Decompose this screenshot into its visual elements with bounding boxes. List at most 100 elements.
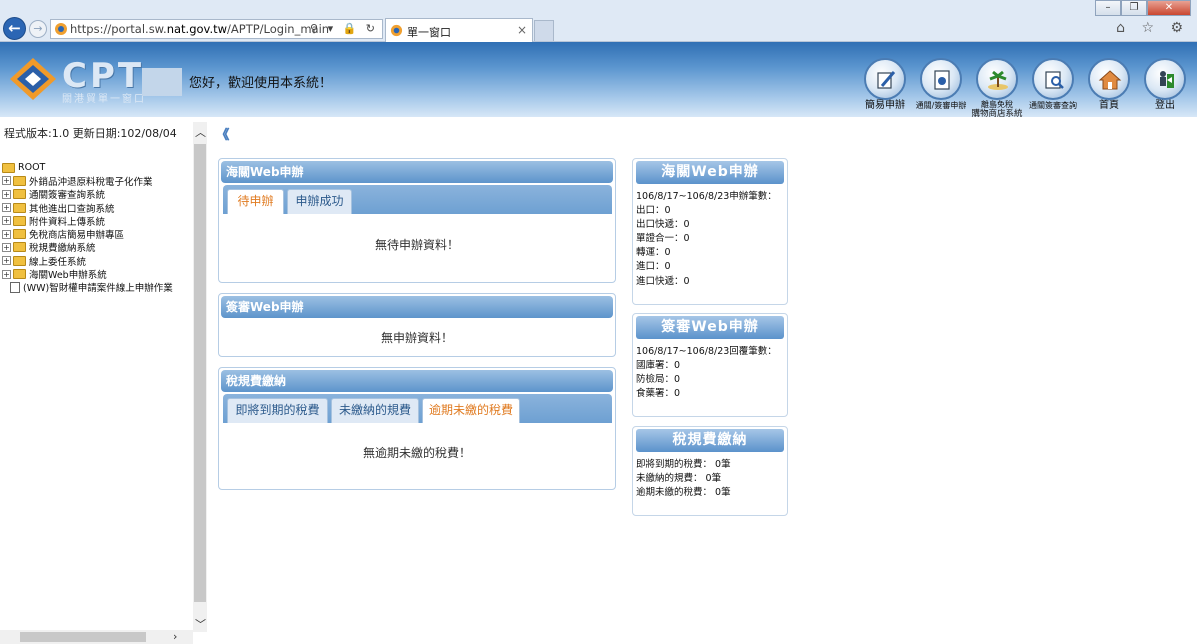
hscroll-thumb[interactable] — [20, 632, 146, 642]
header-buttons: 簡易申辦 通關/簽審申辦 離島免稅 購物商店系統 通關簽審查詢 首頁 登出 — [857, 58, 1193, 117]
welcome-text: 您好，歡迎使用本系統！ — [189, 76, 333, 91]
search-doc-icon — [1045, 71, 1064, 89]
tab-pending[interactable]: 待申辦 — [227, 189, 284, 214]
folder-icon — [13, 202, 26, 213]
visa-summary-body: 106/8/17~106/8/23回覆筆數： 國庫署：0 防檢局：0 食藥署：0 — [636, 346, 777, 400]
duty-free-shop-button[interactable]: 離島免稅 購物商店系統 — [969, 58, 1025, 117]
tree-item[interactable]: + 線上委任系統 — [2, 254, 173, 268]
panel-title: 稅規費繳納 — [221, 370, 613, 392]
scroll-right-icon[interactable]: › — [173, 630, 177, 643]
visa-message: 無申辦資料！ — [380, 331, 453, 345]
close-window-button[interactable]: ✕ — [1147, 0, 1191, 16]
folder-icon — [13, 242, 26, 253]
customs-message: 無待申辦資料！ — [374, 238, 459, 252]
scroll-down-icon[interactable]: ﹀ — [195, 616, 206, 632]
island-icon — [988, 70, 1008, 90]
sidebar: 程式版本:1.0 更新日期:102/08/04 ROOT + 外銷品沖退原料稅電子… — [0, 117, 207, 644]
expand-icon[interactable]: + — [2, 229, 11, 239]
menu-tree: ROOT + 外銷品沖退原料稅電子化作業 + 通關簽審查詢系統 + 其他進出口查詢系統… — [2, 161, 173, 294]
scroll-up-icon[interactable]: ︿ — [195, 124, 206, 140]
expand-icon[interactable]: + — [2, 203, 11, 213]
customs-visa-apply-button[interactable]: 通關/簽審申辦 — [913, 58, 969, 117]
new-tab-button[interactable] — [534, 20, 554, 41]
tree-item-doc[interactable]: (WW)智財權申請案件線上申辦作業 — [2, 281, 173, 294]
customs-summary-panel: 海關Web申辦 106/8/17~106/8/23申辦筆數： 出口：0 出口快遞… — [632, 158, 788, 305]
folder-open-icon — [2, 162, 15, 173]
main-content: 《《 海關Web申辦 待申辦 申辦成功 無待申辦資料！ 簽審Web申辦 無申辦資… — [207, 117, 1197, 644]
site-favicon-icon — [55, 23, 67, 35]
scroll-thumb[interactable] — [194, 144, 206, 602]
version-info: 程式版本:1.0 更新日期:102/08/04 — [4, 127, 177, 140]
visa-web-panel: 簽審Web申辦 無申辦資料！ — [218, 293, 616, 357]
folder-icon — [13, 215, 26, 226]
customs-tabbar: 待申辦 申辦成功 — [223, 185, 612, 214]
collapse-sidebar-icon[interactable]: 《《 — [216, 124, 229, 143]
browser-tab[interactable]: 單一窗口 × — [385, 18, 533, 42]
document-icon — [10, 281, 20, 293]
folder-icon — [13, 189, 26, 200]
tree-item[interactable]: + 通關簽審查詢系統 — [2, 188, 173, 201]
tab-success[interactable]: 申辦成功 — [287, 189, 352, 214]
customs-visa-query-button[interactable]: 通關簽審查詢 — [1025, 58, 1081, 117]
address-bar[interactable]: https://portal.sw.nat.gov.tw/APTP/Login_… — [50, 19, 383, 39]
expand-icon[interactable]: + — [2, 269, 11, 279]
fee-summary-panel: 稅規費繳納 即將到期的稅費： 0筆 未繳納的規費： 0筆 逾期未繳的稅費： 0筆 — [632, 426, 788, 516]
tree-item[interactable]: + 附件資料上傳系統 — [2, 214, 173, 228]
tree-item[interactable]: + 其他進出口查詢系統 — [2, 201, 173, 215]
expand-icon[interactable]: + — [2, 256, 11, 266]
home-icon — [1098, 70, 1122, 90]
logo-subtitle: 關港貿單一窗口 — [62, 94, 146, 105]
browser-chrome: – ❐ ✕ ← → https://portal.sw.nat.gov.tw/A… — [0, 0, 1197, 42]
visa-summary-panel: 簽審Web申辦 106/8/17~106/8/23回覆筆數： 國庫署：0 防檢局… — [632, 313, 788, 417]
sidebar-horizontal-scrollbar[interactable]: › — [0, 630, 193, 644]
tab-overdue[interactable]: 逾期未繳的稅費 — [422, 398, 520, 423]
folder-icon — [13, 175, 26, 186]
simple-apply-button[interactable]: 簡易申辦 — [857, 58, 913, 117]
folder-icon — [13, 229, 26, 240]
tab-unpaid[interactable]: 未繳納的規費 — [331, 398, 419, 423]
minimize-button[interactable]: – — [1095, 0, 1121, 16]
forward-button[interactable]: → — [29, 20, 47, 38]
summary-title[interactable]: 海關Web申辦 — [636, 161, 784, 184]
tab-favicon-icon — [390, 24, 403, 37]
tab-close-icon[interactable]: × — [517, 23, 527, 37]
window-controls: – ❐ ✕ — [1095, 0, 1191, 16]
logout-icon — [1160, 71, 1174, 88]
tab-title: 單一窗口 — [407, 26, 451, 39]
redacted-name — [142, 68, 182, 96]
tree-item[interactable]: + 海關Web申辦系統 — [2, 267, 173, 281]
cpt-logo-icon — [10, 58, 56, 100]
document-icon — [934, 70, 950, 90]
customs-web-panel: 海關Web申辦 待申辦 申辦成功 無待申辦資料！ — [218, 158, 616, 283]
fee-summary-body: 即將到期的稅費： 0筆 未繳納的規費： 0筆 逾期未繳的稅費： 0筆 — [636, 459, 731, 499]
customs-summary-body: 106/8/17~106/8/23申辦筆數： 出口：0 出口快遞：0 單證合一：… — [636, 191, 777, 287]
fee-tabbar: 即將到期的稅費 未繳納的規費 逾期未繳的稅費 — [223, 394, 612, 423]
summary-title[interactable]: 簽審Web申辦 — [636, 316, 784, 339]
url-text: https://portal.sw.nat.gov.tw/APTP/Login_… — [70, 22, 330, 36]
tree-root[interactable]: ROOT — [2, 161, 173, 174]
site-header: CPT 關港貿單一窗口 您好，歡迎使用本系統！ 簡易申辦 通關/簽審申辦 離島免… — [0, 42, 1197, 117]
maximize-button[interactable]: ❐ — [1121, 0, 1147, 16]
folder-icon — [13, 255, 26, 266]
tree-item[interactable]: + 外銷品沖退原料稅電子化作業 — [2, 174, 173, 188]
summary-title[interactable]: 稅規費繳納 — [636, 429, 784, 452]
panel-title: 簽審Web申辦 — [221, 296, 613, 318]
expand-icon[interactable]: + — [2, 176, 11, 186]
expand-icon[interactable]: + — [2, 216, 11, 226]
browser-toolbar-icons[interactable]: ⌂ ☆ ⚙ — [1116, 20, 1189, 36]
folder-icon — [13, 269, 26, 280]
fee-message: 無逾期未繳的稅費！ — [362, 446, 471, 460]
tree-item[interactable]: + 免稅商店簡易申辦專區 — [2, 227, 173, 241]
fee-payment-panel: 稅規費繳納 即將到期的稅費 未繳納的規費 逾期未繳的稅費 無逾期未繳的稅費！ — [218, 367, 616, 490]
tree-item[interactable]: + 稅規費繳納系統 — [2, 241, 173, 254]
address-tools[interactable]: ⚲ ▾ 🔒 ↻ — [310, 22, 378, 35]
sidebar-vertical-scrollbar[interactable]: ︿ ﹀ — [193, 122, 207, 632]
expand-icon[interactable]: + — [2, 189, 11, 199]
logout-button[interactable]: 登出 — [1137, 58, 1193, 117]
panel-title: 海關Web申辦 — [221, 161, 613, 183]
back-button[interactable]: ← — [3, 17, 26, 40]
tab-due-soon[interactable]: 即將到期的稅費 — [227, 398, 328, 423]
expand-icon[interactable]: + — [2, 242, 11, 252]
pen-icon — [877, 71, 896, 89]
home-button[interactable]: 首頁 — [1081, 58, 1137, 117]
